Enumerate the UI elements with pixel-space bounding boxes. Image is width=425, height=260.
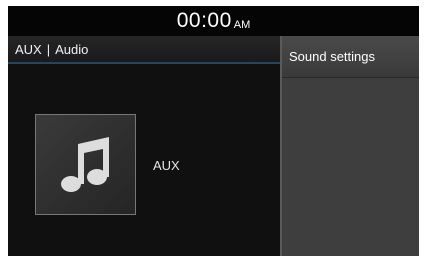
source-label: AUX xyxy=(153,158,180,173)
side-menu: Sound settings xyxy=(280,36,419,256)
source-mode: Audio xyxy=(55,41,89,57)
clock-ampm: AM xyxy=(233,19,251,31)
album-art xyxy=(35,114,136,215)
infotainment-screen: 00:00 AM AUX | Audio AUX Sound settings xyxy=(8,6,419,256)
sound-settings-button[interactable]: Sound settings xyxy=(282,36,419,78)
side-menu-empty-area xyxy=(282,78,419,256)
media-pane: AUX | Audio AUX xyxy=(8,36,280,256)
clock-time: 00:00 xyxy=(176,9,232,32)
source-header: AUX | Audio xyxy=(8,36,280,64)
status-bar: 00:00 AM xyxy=(8,6,419,36)
header-separator: | xyxy=(46,41,51,57)
source-name: AUX xyxy=(15,41,42,57)
music-note-icon xyxy=(60,136,109,192)
